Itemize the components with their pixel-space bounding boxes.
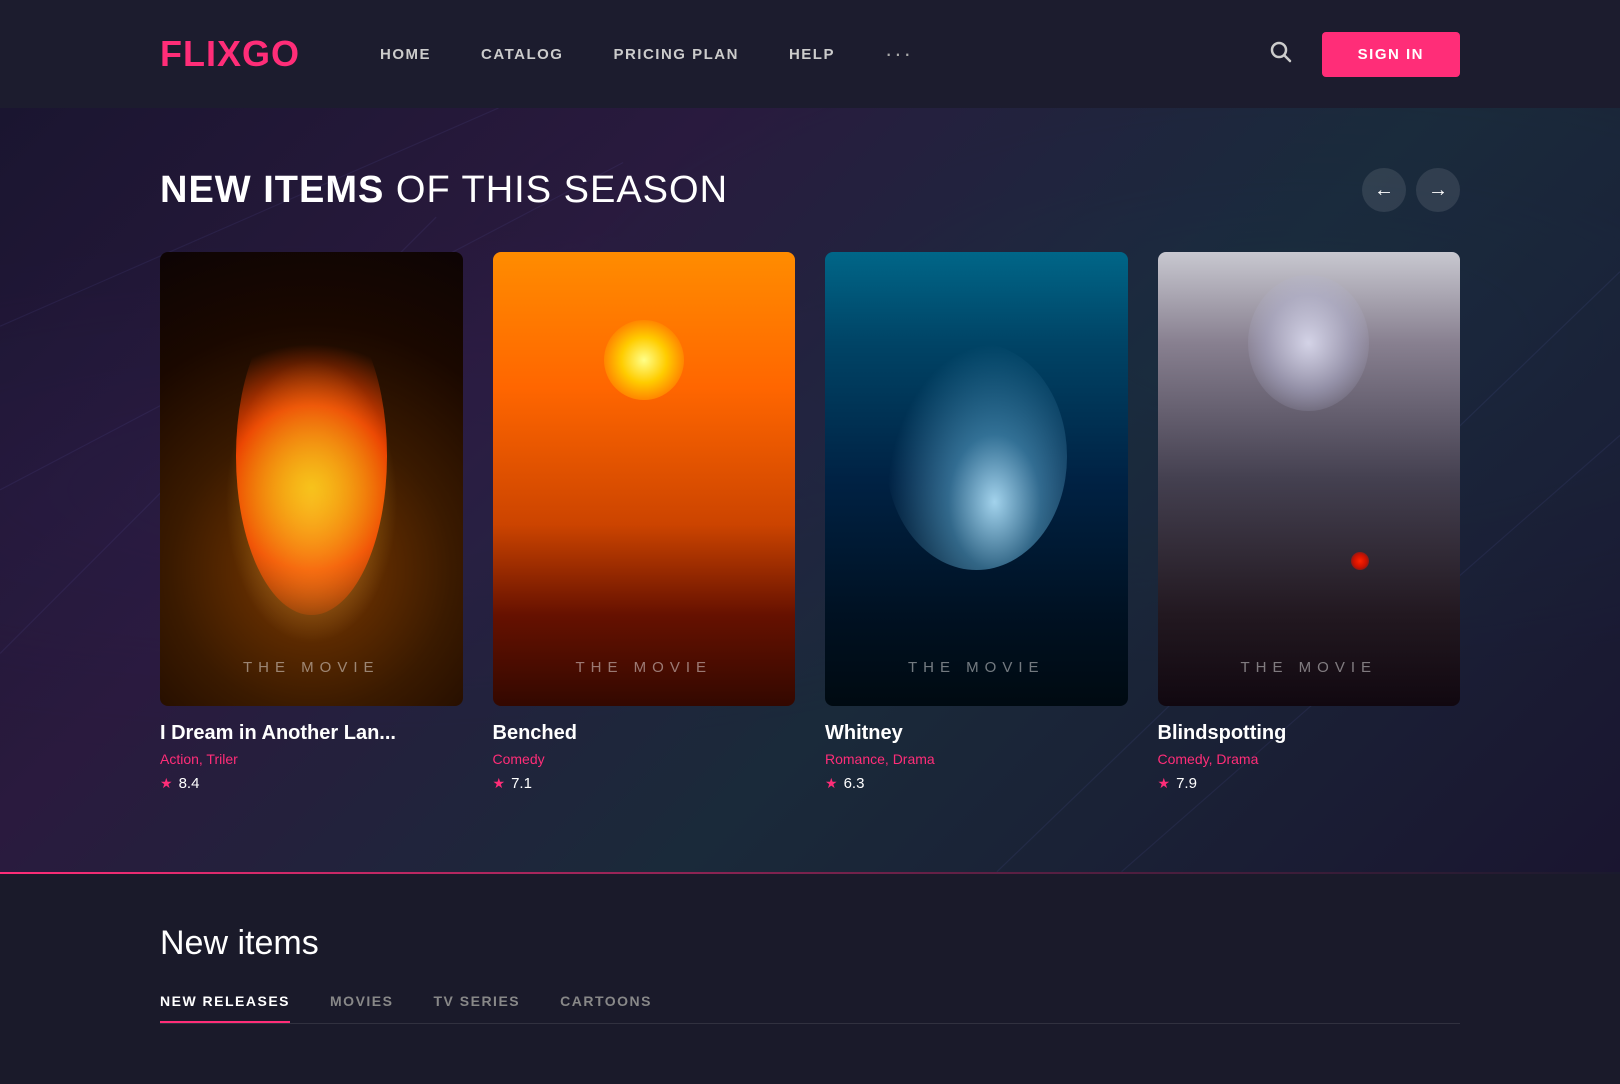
- logo-prefix: FLIX: [160, 33, 242, 74]
- movie-card-3[interactable]: THE MOVIE Whitney Romance, Drama ★ 6.3: [825, 252, 1128, 792]
- tab-new-releases[interactable]: NEW RELEASES: [160, 993, 290, 1023]
- movie-genres-3: Romance, Drama: [825, 751, 1128, 767]
- movie-card-4[interactable]: THE MOVIE Blindspotting Comedy, Drama ★ …: [1158, 252, 1461, 792]
- poster-label-2: THE MOVIE: [575, 659, 712, 676]
- movies-grid: THE MOVIE I Dream in Another Lan... Acti…: [160, 252, 1460, 792]
- tab-tv-series[interactable]: TV SERIES: [433, 993, 520, 1023]
- rating-value-2: 7.1: [511, 775, 532, 792]
- tab-cartoons[interactable]: CARTOONS: [560, 993, 652, 1023]
- new-items-section: New items NEW RELEASES MOVIES TV SERIES …: [0, 874, 1620, 1084]
- nav-more-button[interactable]: ···: [885, 41, 913, 67]
- logo[interactable]: FLIXGO: [160, 33, 300, 75]
- nav-pricing[interactable]: PRICING PLAN: [613, 46, 739, 63]
- movie-genres-1: Action, Triler: [160, 751, 463, 767]
- movie-genres-2: Comedy: [493, 751, 796, 767]
- poster-image-4: [1158, 252, 1461, 706]
- next-arrow-button[interactable]: →: [1416, 168, 1460, 212]
- new-items-tabs: NEW RELEASES MOVIES TV SERIES CARTOONS: [160, 993, 1460, 1024]
- movie-title-3: Whitney: [825, 722, 1128, 745]
- movie-title-4: Blindspotting: [1158, 722, 1461, 745]
- hero-section: NEW ITEMS OF THIS SEASON ← → THE MOVIE I…: [0, 108, 1620, 872]
- movie-card-1[interactable]: THE MOVIE I Dream in Another Lan... Acti…: [160, 252, 463, 792]
- movie-title-2: Benched: [493, 722, 796, 745]
- carousel-nav: ← →: [1362, 168, 1460, 212]
- movie-genres-4: Comedy, Drama: [1158, 751, 1461, 767]
- header-right: SIGN IN: [1268, 32, 1460, 77]
- star-icon-3: ★: [825, 775, 838, 792]
- movie-poster-3: THE MOVIE: [825, 252, 1128, 706]
- poster-image-3: [825, 252, 1128, 706]
- prev-arrow-button[interactable]: ←: [1362, 168, 1406, 212]
- movie-poster-4: THE MOVIE: [1158, 252, 1461, 706]
- rating-value-3: 6.3: [844, 775, 865, 792]
- logo-suffix: GO: [242, 33, 300, 74]
- poster-label-3: THE MOVIE: [908, 659, 1045, 676]
- main-nav: HOME CATALOG PRICING PLAN HELP ···: [380, 41, 1268, 67]
- star-icon-4: ★: [1158, 775, 1171, 792]
- star-icon-1: ★: [160, 775, 173, 792]
- movie-card-2[interactable]: THE MOVIE Benched Comedy ★ 7.1: [493, 252, 796, 792]
- search-icon: [1268, 39, 1292, 63]
- nav-catalog[interactable]: CATALOG: [481, 46, 563, 63]
- section-title: NEW ITEMS OF THIS SEASON: [160, 169, 728, 212]
- movie-rating-2: ★ 7.1: [493, 775, 796, 792]
- section-title-bold: NEW ITEMS: [160, 169, 384, 211]
- nav-help[interactable]: HELP: [789, 46, 835, 63]
- movie-title-1: I Dream in Another Lan...: [160, 722, 463, 745]
- rating-value-1: 8.4: [179, 775, 200, 792]
- poster-label-4: THE MOVIE: [1240, 659, 1377, 676]
- signin-button[interactable]: SIGN IN: [1322, 32, 1460, 77]
- poster-label-1: THE MOVIE: [243, 659, 380, 676]
- poster-image-2: [493, 252, 796, 706]
- movie-poster-2: THE MOVIE: [493, 252, 796, 706]
- new-items-title: New items: [160, 924, 1460, 963]
- section-header: NEW ITEMS OF THIS SEASON ← →: [160, 168, 1460, 212]
- movie-poster-1: THE MOVIE: [160, 252, 463, 706]
- star-icon-2: ★: [493, 775, 506, 792]
- movie-rating-3: ★ 6.3: [825, 775, 1128, 792]
- header: FLIXGO HOME CATALOG PRICING PLAN HELP ··…: [0, 0, 1620, 108]
- rating-value-4: 7.9: [1176, 775, 1197, 792]
- tab-movies[interactable]: MOVIES: [330, 993, 393, 1023]
- poster-image-1: [160, 252, 463, 706]
- search-button[interactable]: [1268, 39, 1292, 70]
- section-title-rest: OF THIS SEASON: [384, 169, 728, 211]
- movie-rating-1: ★ 8.4: [160, 775, 463, 792]
- movie-rating-4: ★ 7.9: [1158, 775, 1461, 792]
- nav-home[interactable]: HOME: [380, 46, 431, 63]
